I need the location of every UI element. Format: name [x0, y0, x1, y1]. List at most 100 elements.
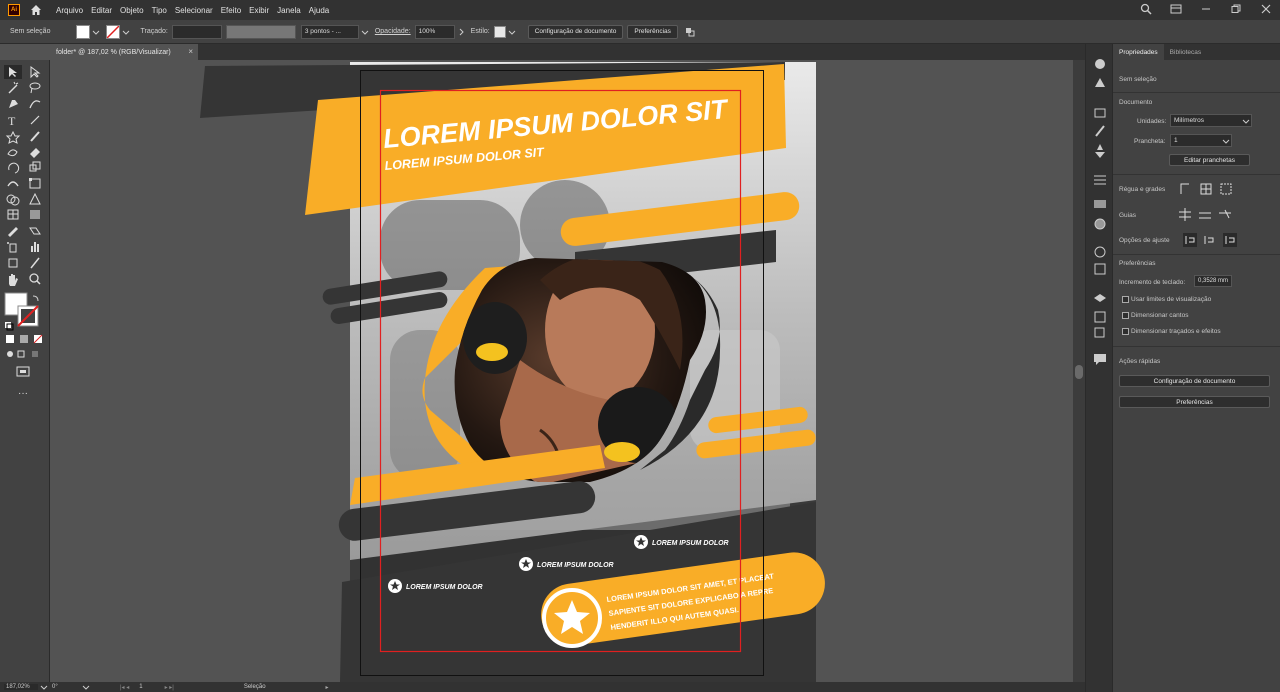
quick-document-setup-button[interactable]: Configuração de documento	[1119, 375, 1270, 387]
stroke-weight-field[interactable]	[171, 24, 222, 39]
perspective-grid-tool-icon[interactable]	[29, 192, 41, 205]
gradient-panel-icon[interactable]	[1094, 200, 1106, 208]
style-swatch[interactable]	[493, 25, 506, 38]
close-window-icon[interactable]	[1260, 3, 1272, 15]
snap-to-point-icon[interactable]	[1183, 233, 1197, 247]
chevron-down-icon[interactable]	[82, 683, 90, 691]
chevron-down-icon[interactable]	[122, 28, 130, 36]
tab-properties[interactable]: Propriedades	[1113, 44, 1164, 60]
mesh-tool-icon[interactable]	[7, 209, 19, 220]
chevron-right-icon[interactable]	[457, 28, 465, 36]
opacity-label[interactable]: Opacidade:	[375, 28, 411, 35]
gradient-tool-icon[interactable]	[30, 210, 40, 219]
zoom-tool-icon[interactable]	[29, 273, 41, 285]
canvas-area[interactable]: LOREM IPSUM DOLOR SIT LOREM IPSUM DOLOR …	[50, 60, 1073, 682]
graphic-styles-icon[interactable]	[1094, 263, 1106, 275]
ruler-icon[interactable]	[1180, 183, 1189, 194]
home-icon[interactable]	[30, 4, 42, 16]
status-menu-icon[interactable]: ▸	[326, 684, 329, 691]
swatches-icon[interactable]	[1094, 108, 1106, 118]
draw-mode-icon[interactable]	[7, 350, 38, 358]
units-select[interactable]: Milímetros	[1170, 114, 1252, 127]
edit-toolbar-icon[interactable]: ···	[18, 388, 28, 399]
chevron-down-icon[interactable]	[1222, 137, 1230, 145]
minimize-icon[interactable]	[1200, 3, 1212, 15]
transparency-icon[interactable]	[1094, 218, 1106, 230]
column-graph-tool-icon[interactable]	[31, 242, 39, 252]
eyedropper-tool-icon[interactable]	[8, 227, 18, 237]
color-panel-icon[interactable]	[1095, 59, 1105, 69]
type-tool-icon[interactable]: T	[8, 114, 16, 128]
chevron-down-icon[interactable]	[40, 683, 48, 691]
view-bounds-checkbox[interactable]	[1122, 296, 1129, 303]
fill-swatch[interactable]	[76, 24, 91, 39]
scale-strokes-checkbox[interactable]	[1122, 328, 1129, 335]
menu-ajuda[interactable]: Ajuda	[309, 6, 329, 15]
next-artboard-icon[interactable]: ▸ ▸|	[165, 684, 174, 691]
symbol-sprayer-tool-icon[interactable]	[7, 242, 17, 253]
links-icon[interactable]	[1094, 327, 1105, 338]
chevron-down-icon[interactable]	[92, 28, 100, 36]
screen-mode-icon[interactable]	[16, 366, 30, 377]
vertical-scrollbar[interactable]	[1073, 60, 1085, 682]
zoom-field[interactable]: 187,02%	[4, 684, 38, 690]
quick-preferences-button[interactable]: Preferências	[1119, 396, 1270, 408]
eraser-tool-icon[interactable]	[30, 148, 40, 158]
appearance-icon[interactable]	[1094, 246, 1106, 258]
brushes-icon[interactable]	[1095, 125, 1105, 137]
smart-guides-icon[interactable]	[1219, 209, 1231, 219]
menu-efeito[interactable]: Efeito	[221, 6, 241, 15]
menu-objeto[interactable]: Objeto	[120, 6, 144, 15]
scale-tool-icon[interactable]	[29, 161, 41, 172]
scroll-thumb[interactable]	[1075, 365, 1083, 379]
preferences-button[interactable]: Preferências	[627, 24, 678, 39]
show-guides-icon[interactable]	[1179, 208, 1191, 221]
lasso-tool-icon[interactable]	[29, 82, 41, 94]
color-guide-icon[interactable]	[1095, 78, 1105, 87]
opacity-field[interactable]: 100%	[414, 24, 455, 39]
menu-tipo[interactable]: Tipo	[152, 6, 167, 15]
scale-corners-checkbox[interactable]	[1122, 312, 1129, 319]
menu-selecionar[interactable]: Selecionar	[175, 6, 213, 15]
artboards-icon[interactable]	[1094, 311, 1106, 323]
comments-icon[interactable]	[1094, 354, 1106, 365]
line-tool-icon[interactable]	[30, 115, 40, 125]
arrange-documents-icon[interactable]	[1170, 3, 1182, 15]
menu-janela[interactable]: Janela	[277, 6, 301, 15]
keyboard-increment-field[interactable]: 0,3528 mm	[1194, 275, 1232, 287]
brush-select[interactable]: 3 pontos - ...	[300, 24, 359, 39]
arrange-icon[interactable]	[684, 26, 696, 38]
artboard-tool-icon[interactable]	[8, 258, 18, 268]
pixel-grid-icon[interactable]	[1220, 183, 1232, 195]
paintbrush-tool-icon[interactable]	[30, 131, 40, 142]
curvature-tool-icon[interactable]	[29, 100, 41, 109]
hand-tool-icon[interactable]	[9, 274, 18, 286]
swap-colors-icon[interactable]	[32, 295, 39, 302]
document-tab[interactable]: folder* @ 187,02 % (RGB/Visualizar) ×	[50, 44, 198, 60]
menu-arquivo[interactable]: Arquivo	[56, 6, 83, 15]
variable-width-field[interactable]	[225, 24, 296, 39]
grid-icon[interactable]	[1200, 183, 1212, 195]
chevron-down-icon[interactable]	[361, 28, 369, 36]
default-colors-icon[interactable]	[5, 322, 14, 331]
chevron-down-icon[interactable]	[1242, 117, 1250, 125]
first-artboard-icon[interactable]: |◂ ◂	[120, 684, 129, 691]
lock-guides-icon[interactable]	[1199, 212, 1211, 219]
rotation-field[interactable]: 0°	[52, 684, 68, 690]
artboard-number-field[interactable]: 1	[139, 684, 142, 690]
document-setup-button[interactable]: Configuração de documento	[527, 24, 624, 39]
blob-brush-tool-icon[interactable]	[7, 149, 18, 157]
tab-libraries[interactable]: Bibliotecas	[1164, 44, 1207, 60]
stroke-panel-icon[interactable]	[1094, 175, 1106, 185]
slice-tool-icon[interactable]	[30, 257, 40, 269]
layers-icon[interactable]	[1094, 294, 1106, 302]
stroke-swatch[interactable]	[106, 24, 121, 39]
width-tool-icon[interactable]	[7, 181, 19, 187]
menu-editar[interactable]: Editar	[91, 6, 112, 15]
edit-artboards-button[interactable]: Editar pranchetas	[1169, 154, 1250, 166]
pen-tool-icon[interactable]	[9, 100, 18, 108]
gradient-mode-icon[interactable]	[20, 335, 28, 343]
magic-wand-tool-icon[interactable]	[8, 81, 19, 94]
blend-tool-icon[interactable]	[29, 227, 41, 235]
direct-selection-tool-icon[interactable]	[30, 66, 41, 79]
